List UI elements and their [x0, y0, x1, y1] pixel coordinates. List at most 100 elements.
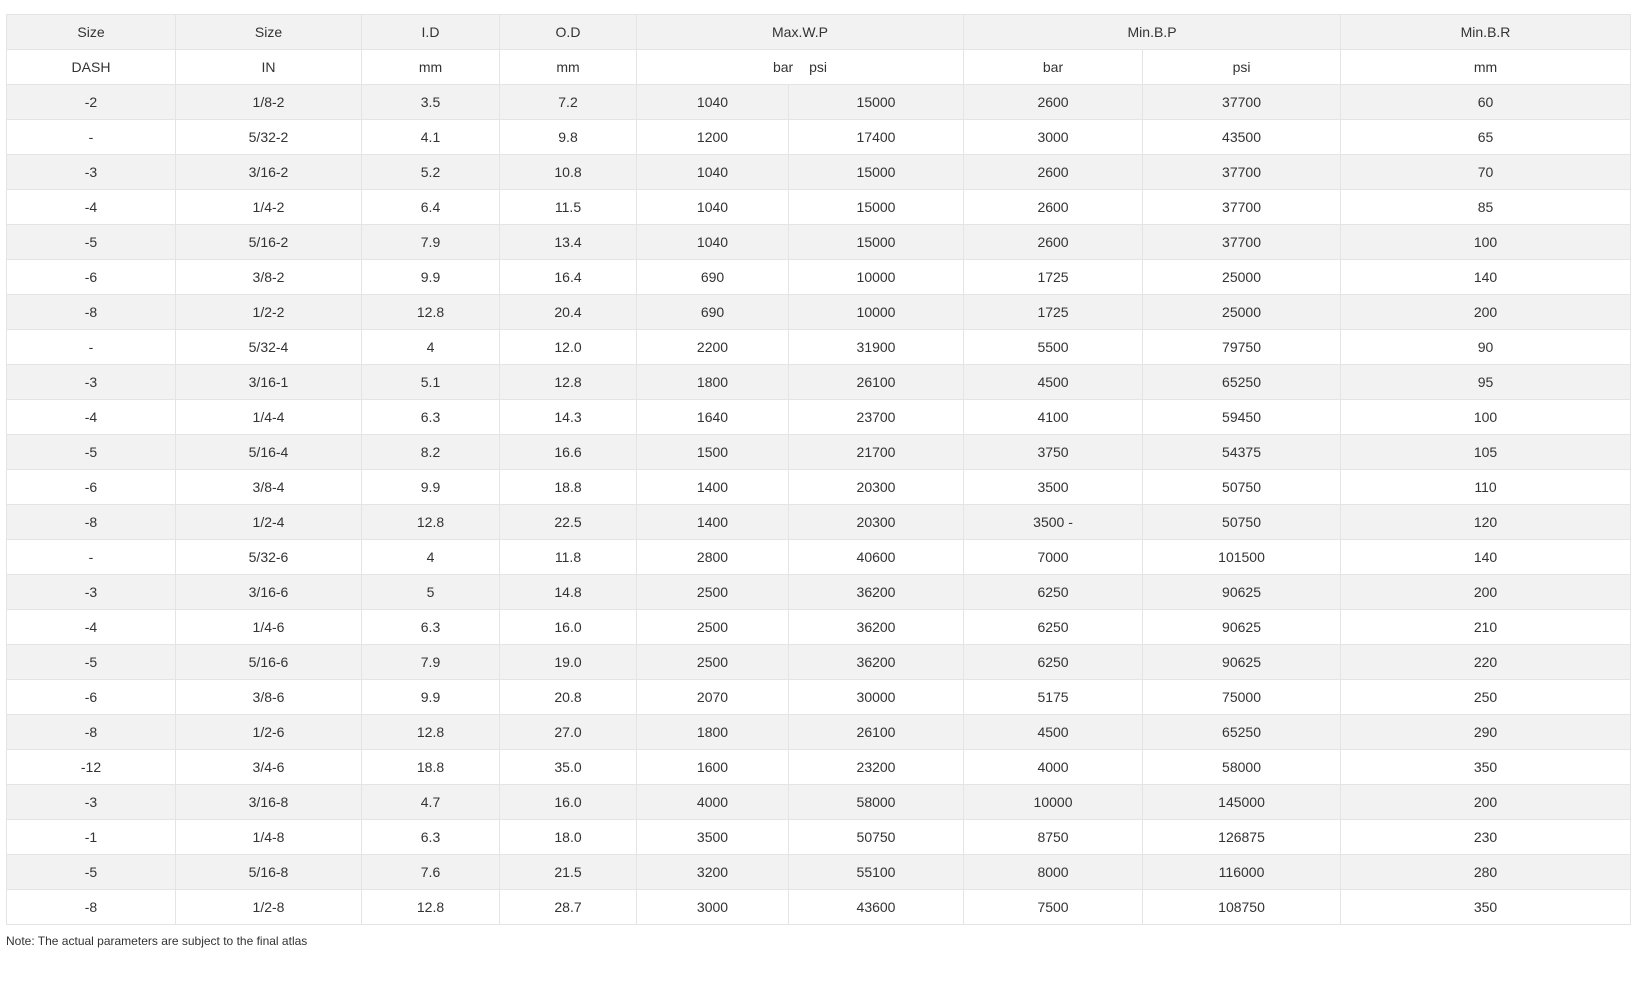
cell-min-bend-radius: 230 [1340, 819, 1632, 855]
cell-inner-diameter: 7.9 [361, 644, 500, 680]
unit-id: mm [361, 49, 500, 85]
cell-min-bend-radius: 350 [1340, 749, 1632, 785]
cell-max-wp-psi: 23200 [787, 749, 965, 785]
cell-max-wp-psi: 15000 [787, 154, 965, 190]
cell-inner-diameter: 7.6 [361, 854, 500, 890]
cell-min-bend-radius: 120 [1340, 504, 1632, 540]
cell-inch-size: 3/16-6 [175, 574, 362, 610]
cell-outer-diameter: 16.4 [499, 259, 637, 295]
cell-inch-size: 1/2-2 [175, 294, 362, 330]
cell-outer-diameter: 35.0 [499, 749, 637, 785]
cell-min-bend-radius: 200 [1340, 574, 1632, 610]
unit-max-wp: bar psi [635, 49, 965, 85]
unit-size-dash: DASH [6, 49, 176, 85]
cell-max-wp-bar: 1040 [636, 154, 789, 190]
cell-max-wp-bar: 1600 [636, 749, 789, 785]
cell-inner-diameter: 5.2 [361, 154, 500, 190]
cell-inner-diameter: 5.1 [361, 364, 500, 400]
table-row: -6 3/8-6 9.9 20.8 2070 30000 5175 75000 250 [6, 679, 1632, 715]
cell-max-wp-psi: 26100 [787, 364, 965, 400]
table-row: -6 3/8-4 9.9 18.8 1400 20300 3500 50750 110 [6, 469, 1632, 505]
table-row: -3 3/16-2 5.2 10.8 1040 15000 2600 37700 70 [6, 154, 1632, 190]
cell-outer-diameter: 18.0 [499, 819, 637, 855]
cell-max-wp-bar: 690 [636, 294, 789, 330]
cell-max-wp-psi: 17400 [787, 119, 965, 155]
cell-min-bp-psi: 50750 [1142, 504, 1342, 540]
cell-inner-diameter: 12.8 [361, 504, 500, 540]
table-row: -5 5/16-8 7.6 21.5 3200 55100 8000 116000 280 [6, 854, 1632, 890]
cell-min-bend-radius: 105 [1340, 434, 1632, 470]
cell-max-wp-bar: 2500 [636, 644, 789, 680]
table-row: -8 1/2-4 12.8 22.5 1400 20300 3500 -50750 120 [6, 504, 1632, 540]
cell-outer-diameter: 27.0 [499, 714, 637, 750]
cell-dash-size: -5 [6, 224, 176, 260]
cell-dash-size: -6 [6, 259, 176, 295]
cell-min-bp-psi: 54375 [1142, 434, 1342, 470]
cell-max-wp-psi: 21700 [787, 434, 965, 470]
unit-od: mm [499, 49, 637, 85]
footnote: Note: The actual parameters are subject … [6, 934, 308, 948]
cell-outer-diameter: 14.3 [499, 399, 637, 435]
cell-inner-diameter: 6.3 [361, 609, 500, 645]
table-row: -12 3/4-6 18.8 35.0 1600 23200 4000 58000 350 [6, 749, 1632, 785]
table-row: -5 5/16-4 8.2 16.6 1500 21700 3750 54375 105 [6, 434, 1632, 470]
cell-max-wp-bar: 1400 [636, 469, 789, 505]
table-row: -4 1/4-4 6.3 14.3 1640 23700 4100 59450 100 [6, 399, 1632, 435]
cell-max-wp-bar: 2070 [636, 679, 789, 715]
cell-inner-diameter: 4 [361, 329, 500, 365]
cell-dash-size: -8 [6, 889, 176, 925]
table-row: -3 3/16-8 4.7 16.0 4000 58000 10000 145000 200 [6, 784, 1632, 820]
cell-max-wp-bar: 2800 [636, 539, 789, 575]
cell-inch-size: 5/16-2 [175, 224, 362, 260]
table-row: -8 1/2-8 12.8 28.7 3000 43600 7500 108750 350 [6, 889, 1632, 925]
cell-max-wp-psi: 10000 [787, 259, 965, 295]
cell-min-bp-psi: 116000 [1142, 854, 1342, 890]
cell-min-bp-psi: 50750 [1142, 469, 1342, 505]
cell-max-wp-psi: 15000 [787, 84, 965, 120]
cell-min-bp-bar: 6250 [963, 609, 1144, 645]
table-row: -5 5/16-6 7.9 19.0 2500 36200 6250 90625 220 [6, 644, 1632, 680]
cell-max-wp-psi: 20300 [787, 469, 965, 505]
cell-min-bp-bar: 1725 [963, 259, 1144, 295]
cell-inch-size: 3/8-4 [175, 469, 362, 505]
cell-min-bp-psi: 108750 [1142, 889, 1342, 925]
cell-dash-size: -3 [6, 574, 176, 610]
cell-min-bp-psi: 79750 [1142, 329, 1342, 365]
cell-max-wp-bar: 2500 [636, 574, 789, 610]
cell-min-bend-radius: 70 [1340, 154, 1632, 190]
cell-inch-size: 5/16-8 [175, 854, 362, 890]
cell-max-wp-psi: 36200 [787, 574, 965, 610]
cell-inch-size: 1/2-8 [175, 889, 362, 925]
cell-dash-size: -5 [6, 854, 176, 890]
cell-dash-size: -6 [6, 469, 176, 505]
cell-inner-diameter: 12.8 [361, 889, 500, 925]
cell-inch-size: 3/16-2 [175, 154, 362, 190]
cell-outer-diameter: 16.0 [499, 609, 637, 645]
cell-outer-diameter: 22.5 [499, 504, 637, 540]
cell-min-bend-radius: 100 [1340, 399, 1632, 435]
cell-max-wp-psi: 23700 [787, 399, 965, 435]
cell-min-bp-bar: 2600 [963, 154, 1144, 190]
cell-min-bp-psi: 65250 [1142, 714, 1342, 750]
header-row-labels: Size Size I.D O.D Max.W.P Min.B.P Min.B.… [6, 14, 1632, 50]
cell-outer-diameter: 16.0 [499, 784, 637, 820]
cell-inch-size: 5/32-6 [175, 539, 362, 575]
cell-max-wp-psi: 30000 [787, 679, 965, 715]
cell-outer-diameter: 11.8 [499, 539, 637, 575]
cell-max-wp-bar: 1040 [636, 189, 789, 225]
header-min-bp: Min.B.P [963, 14, 1342, 50]
cell-dash-size: -8 [6, 294, 176, 330]
cell-min-bp-psi: 145000 [1142, 784, 1342, 820]
cell-max-wp-psi: 26100 [787, 714, 965, 750]
cell-inner-diameter: 9.9 [361, 679, 500, 715]
cell-outer-diameter: 20.8 [499, 679, 637, 715]
cell-dash-size: -3 [6, 154, 176, 190]
cell-min-bp-bar: 3500 - [963, 504, 1144, 540]
cell-min-bend-radius: 85 [1340, 189, 1632, 225]
cell-inch-size: 5/16-4 [175, 434, 362, 470]
unit-min-bp-bar: bar [963, 49, 1144, 85]
cell-max-wp-psi: 31900 [787, 329, 965, 365]
cell-dash-size: -8 [6, 504, 176, 540]
cell-inch-size: 1/8-2 [175, 84, 362, 120]
table-row: -8 1/2-6 12.8 27.0 1800 26100 4500 65250 290 [6, 714, 1632, 750]
